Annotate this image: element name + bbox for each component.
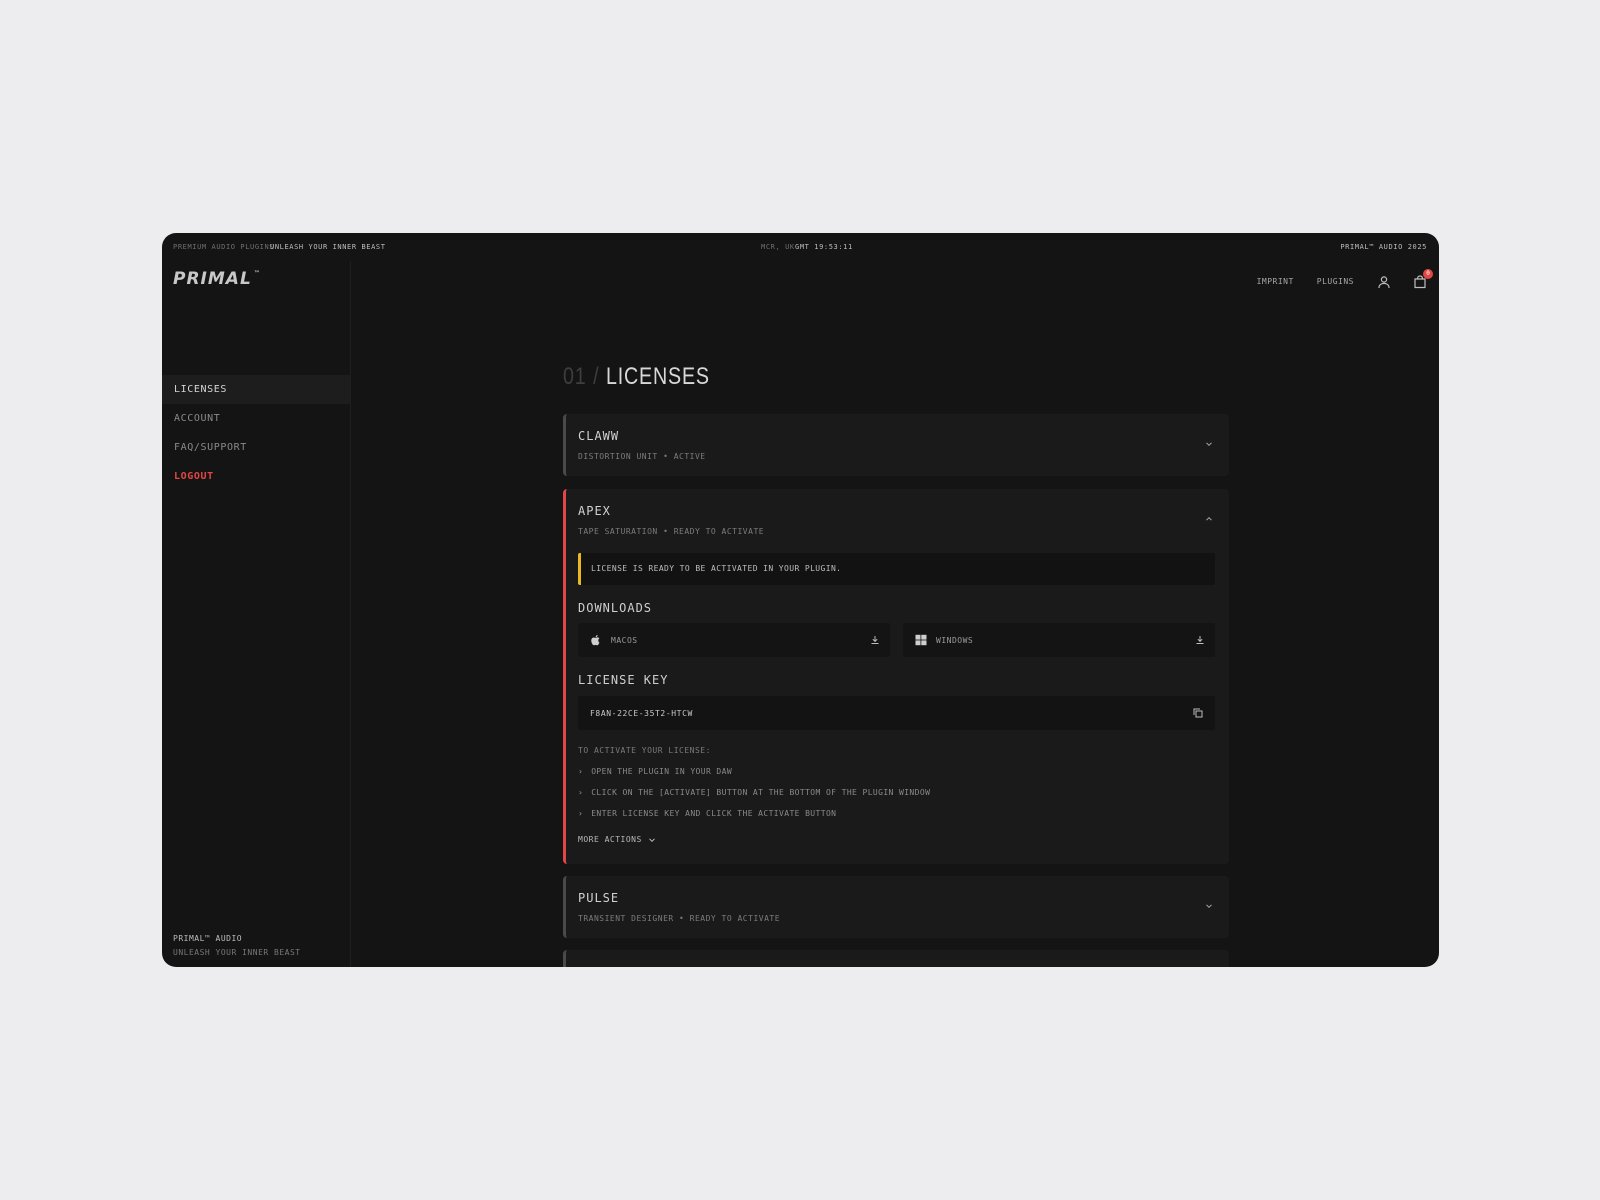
download-macos-label: MACOS — [611, 636, 638, 645]
imprint-link[interactable]: IMPRINT — [1257, 277, 1294, 286]
license-key-field[interactable]: F8AN-22CE-35T2-HTCW — [578, 696, 1215, 730]
app-window: PREMIUM AUDIO PLUGINS UNLEASH YOUR INNER… — [162, 233, 1439, 967]
download-windows-label: WINDOWS — [936, 636, 974, 645]
download-icon — [1196, 636, 1204, 644]
chevron-down-icon — [648, 837, 655, 842]
sidebar-nav: LICENSES ACCOUNT FAQ/SUPPORT LOGOUT — [162, 375, 350, 491]
activation-step: › CLICK ON THE [ACTIVATE] BUTTON AT THE B… — [578, 788, 930, 797]
logo[interactable]: PRIMAL ™ — [173, 269, 261, 289]
topbar-tagline-muted: PREMIUM AUDIO PLUGINS — [173, 243, 275, 251]
chevron-right-icon: › — [578, 767, 584, 776]
activation-step: › OPEN THE PLUGIN IN YOUR DAW — [578, 767, 732, 776]
license-key-value[interactable]: F8AN-22CE-35T2-HTCW — [590, 709, 693, 718]
license-status: TAPE SATURATION • READY TO ACTIVATE — [578, 527, 765, 536]
license-card-claww[interactable]: CLAWW DISTORTION UNIT • ACTIVE — [563, 414, 1229, 476]
user-icon[interactable] — [1377, 274, 1391, 289]
license-key-heading: LICENSE KEY — [578, 673, 669, 687]
license-name: CLAWW — [578, 429, 620, 443]
activation-step-text: ENTER LICENSE KEY AND CLICK THE ACTIVATE… — [591, 809, 837, 818]
topbar-copyright: PRIMAL™ AUDIO 2025 — [1340, 243, 1427, 251]
download-windows-button[interactable]: WINDOWS — [903, 623, 1215, 657]
chevron-right-icon: › — [578, 788, 584, 797]
cart-badge: 0 — [1423, 269, 1433, 279]
sidebar-item-account[interactable]: ACCOUNT — [162, 404, 350, 433]
activation-step-text: CLICK ON THE [ACTIVATE] BUTTON AT THE BO… — [591, 788, 931, 797]
activation-step-text: OPEN THE PLUGIN IN YOUR DAW — [591, 767, 733, 776]
chevron-right-icon: › — [578, 809, 584, 818]
sidebar-item-logout[interactable]: LOGOUT — [162, 462, 350, 491]
license-name: PULSE — [578, 891, 620, 905]
logo-tm: ™ — [253, 270, 261, 278]
chevron-down-icon[interactable] — [1205, 902, 1213, 910]
page-title: 01/LICENSES — [563, 363, 710, 391]
windows-icon — [915, 634, 927, 646]
downloads-heading: DOWNLOADS — [578, 601, 653, 615]
download-macos-button[interactable]: MACOS — [578, 623, 890, 657]
plugins-link[interactable]: PLUGINS — [1317, 277, 1354, 286]
chevron-down-icon[interactable] — [1205, 440, 1213, 448]
license-card-pulse[interactable]: PULSE TRANSIENT DESIGNER • READY TO ACTI… — [563, 876, 1229, 938]
topbar-tagline: UNLEASH YOUR INNER BEAST — [270, 243, 386, 251]
license-status: DISTORTION UNIT • ACTIVE — [578, 452, 706, 461]
header-nav: IMPRINT PLUGINS 0 — [1257, 269, 1433, 291]
license-card-apex[interactable]: APEX TAPE SATURATION • READY TO ACTIVATE… — [563, 489, 1229, 864]
activation-notice: LICENSE IS READY TO BE ACTIVATED IN YOUR… — [578, 553, 1215, 585]
license-card-partial[interactable] — [563, 950, 1229, 967]
download-icon — [871, 636, 879, 644]
apple-icon — [591, 635, 600, 646]
sidebar-footer-title: PRIMAL™ AUDIO — [173, 934, 243, 943]
sidebar-footer-tagline: UNLEASH YOUR INNER BEAST — [173, 948, 301, 957]
sidebar-footer: PRIMAL™ AUDIO UNLEASH YOUR INNER BEAST — [173, 934, 301, 957]
activation-steps-heading: TO ACTIVATE YOUR LICENSE: — [578, 746, 711, 755]
page-title-text: LICENSES — [605, 363, 710, 390]
sidebar-item-faq-support[interactable]: FAQ/SUPPORT — [162, 433, 350, 462]
topbar-location: MCR, UK — [761, 243, 795, 251]
license-status: TRANSIENT DESIGNER • READY TO ACTIVATE — [578, 914, 781, 923]
copy-icon[interactable] — [1193, 708, 1203, 718]
topbar-time: GMT 19:53:11 — [795, 243, 853, 251]
top-strip: PREMIUM AUDIO PLUGINS UNLEASH YOUR INNER… — [162, 233, 1439, 261]
more-actions-button[interactable]: MORE ACTIONS — [578, 835, 656, 844]
logo-text: PRIMAL — [173, 269, 252, 289]
page-title-slash: / — [593, 363, 600, 390]
more-actions-label: MORE ACTIONS — [578, 835, 642, 844]
license-name: APEX — [578, 504, 611, 518]
page-title-number: 01 — [563, 363, 587, 390]
cart-icon[interactable]: 0 — [1413, 269, 1433, 289]
sidebar-item-licenses[interactable]: LICENSES — [162, 375, 350, 404]
activation-step: › ENTER LICENSE KEY AND CLICK THE ACTIVAT… — [578, 809, 836, 818]
sidebar: PRIMAL ™ LICENSES ACCOUNT FAQ/SUPPORT LOG… — [162, 261, 351, 967]
chevron-up-icon[interactable] — [1205, 515, 1213, 523]
